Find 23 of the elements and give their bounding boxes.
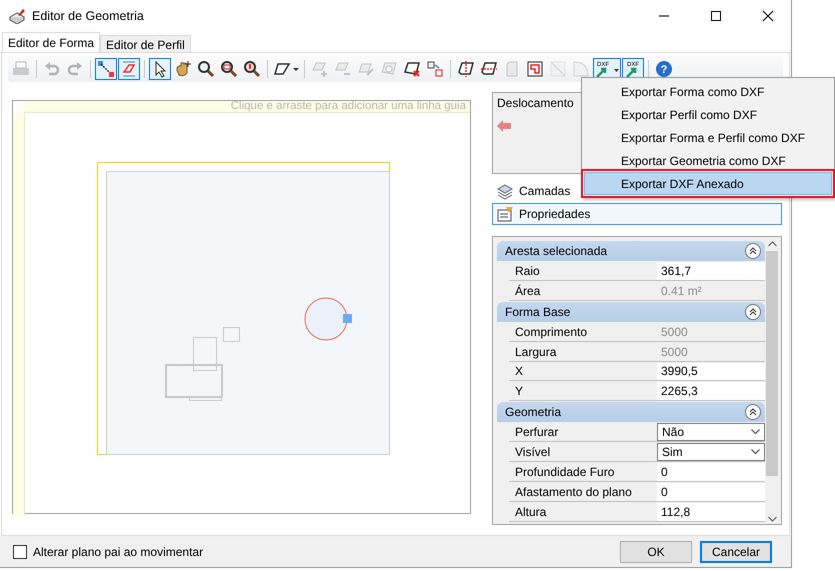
property-value: 0.41 m² <box>660 282 703 300</box>
window-title: Editor de Geometria <box>32 9 145 23</box>
property-value: 5000 <box>660 324 689 341</box>
dropdown-value: Sim <box>662 445 683 460</box>
section-title: Aresta selecionada <box>505 244 608 258</box>
dropdown-value: Não <box>662 425 684 440</box>
checkbox-label: Alterar plano pai ao movimentar <box>33 544 204 558</box>
property-name: X <box>514 363 524 380</box>
property-name: Visível <box>514 444 552 462</box>
property-name: Raio <box>514 262 541 280</box>
property-value: 5000 <box>660 344 689 360</box>
property-name: Profundidade Furo <box>514 464 616 482</box>
property-name: Área <box>514 282 542 300</box>
section-title: Geometria <box>505 405 562 420</box>
property-name: Comprimento <box>514 324 588 341</box>
property-name: Altura <box>514 504 548 522</box>
property-name: Y <box>514 383 524 400</box>
section-title: Forma Base <box>505 304 570 319</box>
property-name: Afastamento do plano <box>514 484 633 502</box>
property-name: Perfurar <box>514 424 560 442</box>
guide-line-hint: Clique e arraste para adicionar uma linha guia <box>24 101 470 113</box>
offset-title: Deslocamento <box>497 96 575 110</box>
property-name: Largura <box>514 344 558 360</box>
